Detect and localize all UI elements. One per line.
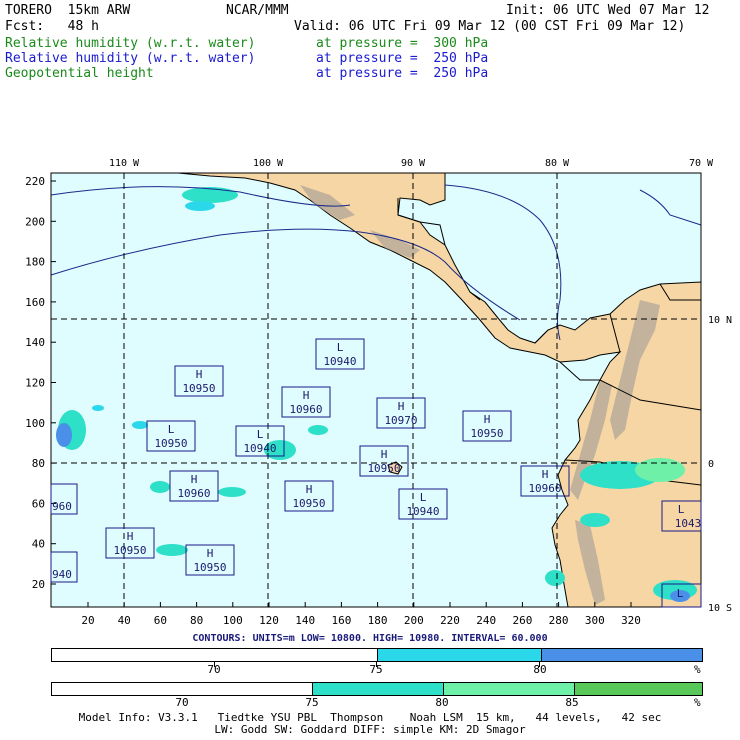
colorbar-1-label-80: 80 bbox=[533, 663, 547, 676]
lon-label-80w: 80 W bbox=[545, 158, 570, 169]
x-tick-label: 20 bbox=[81, 614, 94, 627]
svg-text:10960: 10960 bbox=[289, 403, 322, 416]
model-info-line-2: LW: Godd SW: Goddard DIFF: simple KM: 2D… bbox=[214, 723, 526, 736]
x-tick-label: 180 bbox=[368, 614, 388, 627]
y-tick-label: 140 bbox=[25, 336, 45, 349]
y-tick-label: 20 bbox=[32, 578, 45, 591]
y-tick-label: 60 bbox=[32, 497, 45, 510]
svg-text:H: H bbox=[306, 483, 313, 496]
x-axis-labels: 20 40 60 80 100 120 140 160 180 200 220 240 260 280 30… bbox=[81, 614, 641, 627]
lat-label-0: 0 bbox=[708, 459, 714, 470]
x-tick-label: 100 bbox=[223, 614, 243, 627]
colorbar-2-segment-4 bbox=[575, 683, 702, 695]
svg-text:H: H bbox=[196, 368, 203, 381]
colorbar-2-label-70: 70 bbox=[175, 696, 189, 709]
svg-text:H: H bbox=[381, 448, 388, 461]
svg-text:940: 940 bbox=[52, 568, 72, 581]
y-tick-label: 160 bbox=[25, 296, 45, 309]
svg-text:10950: 10950 bbox=[470, 427, 503, 440]
latitude-labels: 10 N 0 10 S bbox=[708, 315, 732, 614]
svg-text:L: L bbox=[678, 503, 685, 516]
svg-text:L: L bbox=[677, 587, 684, 600]
x-tick-label: 320 bbox=[621, 614, 641, 627]
lon-label-90w: 90 W bbox=[401, 158, 426, 169]
colorbar-300hpa bbox=[51, 682, 703, 696]
svg-text:10940: 10940 bbox=[406, 505, 439, 518]
weather-map: 220 200 180 160 140 120 100 80 60 40 20 20 40 60 80 10… bbox=[25, 158, 732, 627]
colorbar-2-label-80: 80 bbox=[435, 696, 449, 709]
x-tick-label: 80 bbox=[190, 614, 203, 627]
lon-label-110w: 110 W bbox=[109, 158, 140, 169]
y-tick-label: 100 bbox=[25, 417, 45, 430]
colorbar-1-segment-1 bbox=[52, 649, 378, 661]
x-tick-label: 60 bbox=[154, 614, 167, 627]
svg-text:960: 960 bbox=[52, 500, 72, 513]
y-tick-label: 200 bbox=[25, 215, 45, 228]
svg-text:L: L bbox=[337, 341, 344, 354]
colorbar-1-label-70: 70 bbox=[207, 663, 221, 676]
colorbar-2-segment-2 bbox=[313, 683, 444, 695]
x-tick-label: 140 bbox=[295, 614, 315, 627]
x-tick-label: 300 bbox=[585, 614, 605, 627]
y-tick-label: 80 bbox=[32, 457, 45, 470]
x-tick-label: 220 bbox=[440, 614, 460, 627]
svg-text:H: H bbox=[484, 413, 491, 426]
svg-text:H: H bbox=[398, 400, 405, 413]
lat-label-10s: 10 S bbox=[708, 603, 732, 614]
colorbar-2-label-75: 75 bbox=[305, 696, 319, 709]
svg-text:H: H bbox=[127, 530, 134, 543]
svg-text:L: L bbox=[168, 423, 175, 436]
y-axis-labels: 220 200 180 160 140 120 100 80 60 40 20 bbox=[25, 175, 45, 591]
svg-text:H: H bbox=[303, 389, 310, 402]
colorbar-2-segment-3 bbox=[444, 683, 575, 695]
y-tick-label: 120 bbox=[25, 377, 45, 390]
svg-text:L: L bbox=[420, 491, 427, 504]
x-tick-label: 200 bbox=[404, 614, 424, 627]
x-tick-label: 280 bbox=[549, 614, 569, 627]
colorbar-2-unit: % bbox=[694, 696, 701, 709]
x-tick-label: 40 bbox=[118, 614, 131, 627]
colorbar-1-label-75: 75 bbox=[369, 663, 383, 676]
svg-text:10950: 10950 bbox=[154, 437, 187, 450]
y-tick-label: 40 bbox=[32, 538, 45, 551]
lat-label-10n: 10 N bbox=[708, 315, 732, 326]
svg-text:H: H bbox=[542, 468, 549, 481]
svg-text:10940: 10940 bbox=[323, 355, 356, 368]
svg-text:1043: 1043 bbox=[675, 517, 702, 530]
svg-text:H: H bbox=[191, 473, 198, 486]
svg-text:10940: 10940 bbox=[243, 442, 276, 455]
colorbar-250hpa bbox=[51, 648, 703, 662]
svg-text:10970: 10970 bbox=[384, 414, 417, 427]
colorbar-1-segment-3 bbox=[541, 649, 702, 661]
x-tick-label: 120 bbox=[259, 614, 279, 627]
svg-text:10950: 10950 bbox=[367, 462, 400, 475]
colorbar-2-segment-1 bbox=[52, 683, 313, 695]
colorbar-2-label-85: 85 bbox=[565, 696, 579, 709]
svg-text:H: H bbox=[207, 547, 214, 560]
y-tick-label: 180 bbox=[25, 256, 45, 269]
svg-text:10960: 10960 bbox=[177, 487, 210, 500]
colorbar-1-segment-2 bbox=[378, 649, 542, 661]
longitude-labels: 110 W 100 W 90 W 80 W 70 W bbox=[109, 158, 714, 169]
colorbar-1-unit: % bbox=[694, 663, 701, 676]
svg-text:10950: 10950 bbox=[113, 544, 146, 557]
svg-text:10960: 10960 bbox=[528, 482, 561, 495]
x-tick-label: 240 bbox=[476, 614, 496, 627]
lon-label-70w: 70 W bbox=[689, 158, 714, 169]
svg-text:10950: 10950 bbox=[182, 382, 215, 395]
lon-label-100w: 100 W bbox=[253, 158, 284, 169]
svg-text:L: L bbox=[257, 428, 264, 441]
x-tick-label: 260 bbox=[512, 614, 532, 627]
y-tick-label: 220 bbox=[25, 175, 45, 188]
x-tick-label: 160 bbox=[331, 614, 351, 627]
svg-text:10950: 10950 bbox=[292, 497, 325, 510]
svg-text:10950: 10950 bbox=[193, 561, 226, 574]
contour-info: CONTOURS: UNITS=m LOW= 10800. HIGH= 1098… bbox=[192, 633, 548, 644]
